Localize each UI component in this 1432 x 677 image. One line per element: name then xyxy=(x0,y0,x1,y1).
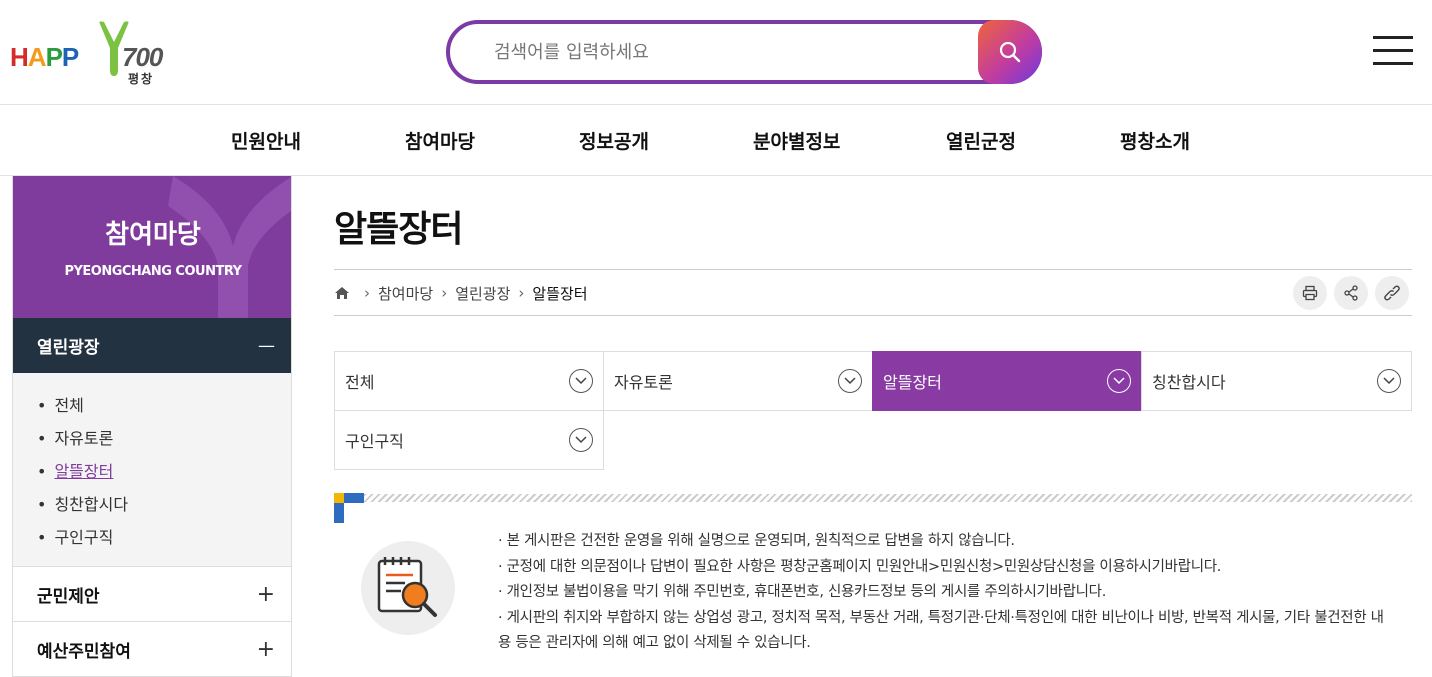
notice-line: · 게시판의 취지와 부합하지 않는 상업성 광고, 정치적 목적, 부동산 거… xyxy=(498,609,1384,652)
sidebar-menu-label: 군민제안 xyxy=(37,586,100,607)
collapse-icon: — xyxy=(258,335,275,356)
logo-number: 700 xyxy=(122,42,163,72)
tab-free-discussion[interactable]: 자유토론 xyxy=(603,351,873,411)
divider xyxy=(334,269,1412,270)
notice-text: · 본 게시판은 건전한 운영을 위해 실명으로 운영되며, 원칙적으로 답변을… xyxy=(498,529,1388,657)
header: HAPP 700 평창 xyxy=(0,0,1432,105)
tab-praise[interactable]: 칭찬합시다 xyxy=(1141,351,1412,411)
site-logo[interactable]: HAPP 700 평창 xyxy=(10,18,170,88)
sidebar-menu-open-square[interactable]: 열린광장 — xyxy=(13,318,291,373)
sidebar-item-praise[interactable]: 칭찬합시다 xyxy=(37,488,291,521)
notice-line: · 군정에 대한 의문점이나 답변이 필요한 사항은 평창군홈페이지 민원안내>… xyxy=(498,558,1222,575)
link-icon xyxy=(1384,285,1400,301)
search-icon xyxy=(999,41,1021,63)
main-nav: 민원안내 참여마당 정보공개 분야별정보 열린군정 평창소개 xyxy=(0,105,1432,176)
tab-label: 칭찬합시다 xyxy=(1152,373,1226,392)
chevron-down-icon xyxy=(569,369,593,393)
breadcrumb: › 참여마당 › 열린광장 › 알뜰장터 xyxy=(334,283,588,303)
sidebar-submenu: 전체 자유토론 알뜰장터 칭찬합시다 구인구직 xyxy=(13,373,291,567)
sidebar-menu-budget[interactable]: 예산주민참여 + xyxy=(13,622,291,677)
copy-link-button[interactable] xyxy=(1375,276,1409,310)
tab-label: 알뜰장터 xyxy=(883,373,942,392)
notice-line: · 본 게시판은 건전한 운영을 위해 실명으로 운영되며, 원칙적으로 답변을… xyxy=(498,533,1015,549)
sidebar-menu-label: 열린광장 xyxy=(37,338,100,358)
print-button[interactable] xyxy=(1293,276,1327,310)
sidebar-subtitle: PYEONGCHANG COUNTRY xyxy=(64,264,242,279)
sidebar-menu-proposal[interactable]: 군민제안 + xyxy=(13,567,291,622)
nav-item-government[interactable]: 열린군정 xyxy=(946,127,1016,154)
breadcrumb-item[interactable]: 참여마당 xyxy=(378,283,433,304)
search-input[interactable] xyxy=(494,36,974,68)
tab-all[interactable]: 전체 xyxy=(334,351,604,411)
chevron-down-icon xyxy=(569,428,593,452)
notice-line: · 개인정보 불법이용을 막기 위해 주민번호, 휴대폰번호, 신용카드정보 등… xyxy=(498,584,1107,600)
share-button[interactable] xyxy=(1334,276,1368,310)
page-title: 알뜰장터 xyxy=(334,209,463,250)
tab-label: 자유토론 xyxy=(614,373,673,392)
tab-jobs[interactable]: 구인구직 xyxy=(334,410,604,470)
sidebar-menu-label: 예산주민참여 xyxy=(37,641,131,662)
sidebar-header: 참여마당 PYEONGCHANG COUNTRY xyxy=(13,176,291,318)
divider xyxy=(334,315,1412,316)
home-icon[interactable] xyxy=(334,286,350,300)
breadcrumb-item[interactable]: 열린광장 xyxy=(455,283,510,304)
tab-label: 구인구직 xyxy=(345,432,404,451)
menu-icon[interactable] xyxy=(1373,36,1413,66)
nav-item-field[interactable]: 분야별정보 xyxy=(753,127,840,154)
nav-item-about[interactable]: 평창소개 xyxy=(1120,127,1190,154)
nav-item-civil[interactable]: 민원안내 xyxy=(231,127,301,154)
print-icon xyxy=(1302,285,1318,301)
tab-label: 전체 xyxy=(345,373,375,392)
nav-item-participation[interactable]: 참여마당 xyxy=(405,127,475,154)
tab-market[interactable]: 알뜰장터 xyxy=(872,351,1142,411)
logo-wordmark: HAPP xyxy=(10,42,79,72)
breadcrumb-separator: › xyxy=(364,284,370,302)
sidebar-item-market[interactable]: 알뜰장터 xyxy=(37,455,291,488)
notice-divider xyxy=(334,493,1412,523)
search-box xyxy=(446,20,1042,84)
sidebar-item-jobs[interactable]: 구인구직 xyxy=(37,521,291,554)
share-icon xyxy=(1344,285,1358,301)
sidebar-title: 참여마당 xyxy=(105,220,201,250)
chevron-down-icon xyxy=(1377,369,1401,393)
breadcrumb-separator: › xyxy=(441,284,448,302)
breadcrumb-current: 알뜰장터 xyxy=(532,284,588,303)
document-search-icon xyxy=(361,541,455,635)
expand-icon: + xyxy=(256,581,275,607)
breadcrumb-separator: › xyxy=(518,284,525,302)
sidebar-item-free-discussion[interactable]: 자유토론 xyxy=(37,422,291,455)
search-button[interactable] xyxy=(978,20,1042,84)
logo-subtext: 평창 xyxy=(128,72,155,86)
category-tabs: 전체 자유토론 알뜰장터 칭찬합시다 구인구직 xyxy=(334,351,1412,471)
expand-icon: + xyxy=(256,636,275,662)
chevron-down-icon xyxy=(838,369,862,393)
sidebar: 참여마당 PYEONGCHANG COUNTRY 열린광장 — 전체 자유토론 … xyxy=(12,176,292,677)
chevron-down-icon xyxy=(1107,369,1131,393)
sidebar-item-all[interactable]: 전체 xyxy=(37,389,291,422)
nav-item-info[interactable]: 정보공개 xyxy=(579,127,649,154)
